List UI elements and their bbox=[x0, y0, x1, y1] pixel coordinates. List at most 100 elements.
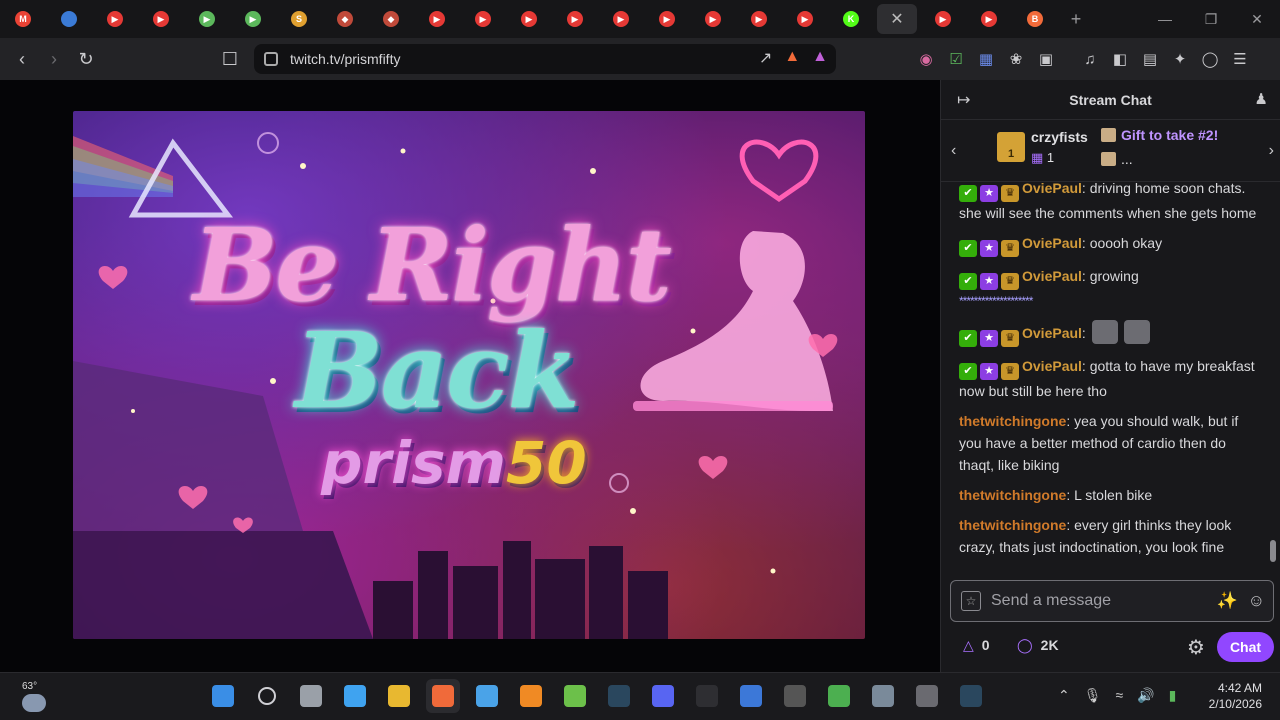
cloud-icon[interactable] bbox=[470, 679, 504, 713]
gift-message-2[interactable]: ... bbox=[1101, 151, 1133, 167]
subscriber-badge-icon[interactable]: ★ bbox=[980, 240, 998, 257]
chat-username[interactable]: OviePaul bbox=[1022, 235, 1082, 251]
carousel-next-icon[interactable]: › bbox=[1269, 142, 1274, 160]
browser-tab[interactable]: ▶ bbox=[506, 4, 552, 34]
share-icon[interactable]: ↗ bbox=[759, 48, 772, 68]
network-icon[interactable] bbox=[558, 679, 592, 713]
steam-icon[interactable] bbox=[602, 679, 636, 713]
leo-ai-icon[interactable]: ✦ bbox=[1168, 44, 1192, 74]
channel-points-icon[interactable]: ☆ bbox=[961, 591, 981, 611]
obs-icon[interactable] bbox=[690, 679, 724, 713]
chat-username[interactable]: OviePaul bbox=[1022, 268, 1082, 284]
chat-username[interactable]: OviePaul bbox=[1022, 325, 1082, 341]
emote-icon[interactable] bbox=[1091, 320, 1118, 344]
video-player[interactable]: Be Right Back prism50 bbox=[0, 80, 940, 672]
browser-tab[interactable]: K bbox=[828, 4, 874, 34]
file-explorer-icon[interactable] bbox=[382, 679, 416, 713]
back-button[interactable]: ‹ bbox=[6, 43, 38, 75]
browser-tab[interactable]: M bbox=[0, 4, 46, 34]
microphone-icon[interactable]: 🎙 bbox=[1084, 687, 1102, 704]
gift-username[interactable]: crzyfists bbox=[1031, 129, 1088, 145]
bits-balance[interactable]: △ 0 bbox=[963, 637, 990, 654]
wallet-icon[interactable]: ▤ bbox=[1138, 44, 1162, 74]
gift-message[interactable]: Gift to take #2! bbox=[1101, 127, 1218, 143]
chat-username[interactable]: OviePaul bbox=[1022, 358, 1082, 374]
c-app-icon[interactable] bbox=[734, 679, 768, 713]
emote-icon[interactable] bbox=[1123, 320, 1150, 344]
moderator-badge-icon[interactable]: ✔ bbox=[959, 363, 977, 380]
url-text[interactable]: twitch.tv/prismfifty bbox=[290, 51, 400, 67]
browser-tab[interactable]: ▶ bbox=[736, 4, 782, 34]
vpn-icon[interactable]: ◯ bbox=[1198, 44, 1222, 74]
helmet-app-icon[interactable] bbox=[866, 679, 900, 713]
subscriber-badge-icon[interactable]: ★ bbox=[980, 273, 998, 290]
browser-tab[interactable]: ▶ bbox=[690, 4, 736, 34]
browser-tab[interactable]: ▶ bbox=[184, 4, 230, 34]
volume-icon[interactable]: 🔊 bbox=[1137, 687, 1154, 704]
wifi-icon[interactable]: ≈ bbox=[1116, 687, 1124, 704]
task-view-icon[interactable] bbox=[294, 679, 328, 713]
chat-input[interactable]: ☆ Send a message ✨ ☺ bbox=[950, 580, 1274, 622]
collapse-chat-icon[interactable]: ↦ bbox=[957, 90, 970, 110]
reload-button[interactable]: ↻ bbox=[70, 43, 102, 75]
browser-tab[interactable]: ▶ bbox=[92, 4, 138, 34]
carousel-prev-icon[interactable]: ‹ bbox=[951, 142, 956, 160]
crown-badge-icon[interactable]: ♛ bbox=[1001, 273, 1019, 290]
chat-username[interactable]: OviePaul bbox=[1022, 183, 1082, 196]
puzzle-icon[interactable]: ❀ bbox=[1004, 44, 1028, 74]
moderator-badge-icon[interactable]: ✔ bbox=[959, 240, 977, 257]
browser-tab[interactable]: S bbox=[276, 4, 322, 34]
crown-badge-icon[interactable]: ♛ bbox=[1001, 240, 1019, 257]
discord-icon[interactable] bbox=[646, 679, 680, 713]
browser-tab[interactable]: ▶ bbox=[920, 4, 966, 34]
search-icon[interactable] bbox=[250, 679, 284, 713]
battery-icon[interactable]: ▮ bbox=[1169, 687, 1177, 704]
subscriber-badge-icon[interactable]: ★ bbox=[980, 330, 998, 347]
browser-tab[interactable]: ◆ bbox=[368, 4, 414, 34]
shield-extension-icon[interactable]: ▦ bbox=[974, 44, 998, 74]
new-tab-button[interactable]: + bbox=[1058, 9, 1094, 30]
crown-badge-icon[interactable]: ♛ bbox=[1001, 330, 1019, 347]
browser-tab[interactable]: ▶ bbox=[460, 4, 506, 34]
u-app-icon[interactable] bbox=[822, 679, 856, 713]
music-icon[interactable]: ♫ bbox=[1078, 44, 1102, 74]
weather-widget[interactable]: 63° bbox=[22, 681, 46, 712]
active-tab[interactable]: ✕ bbox=[877, 4, 917, 34]
chat-username[interactable]: thetwitchingone bbox=[959, 487, 1066, 503]
browser-tab[interactable] bbox=[46, 4, 92, 34]
close-tab-icon[interactable]: ✕ bbox=[890, 9, 903, 29]
channel-points[interactable]: ◯ 2K bbox=[1017, 637, 1059, 654]
terminal-icon[interactable] bbox=[778, 679, 812, 713]
browser-tab[interactable]: ▶ bbox=[414, 4, 460, 34]
brave-shields-icon[interactable]: ▲ bbox=[784, 48, 800, 68]
tray-overflow-icon[interactable]: ⌃ bbox=[1058, 687, 1070, 704]
browser-tab[interactable]: ▶ bbox=[782, 4, 828, 34]
bits-cheer-icon[interactable]: ✨ bbox=[1216, 591, 1237, 611]
crown-badge-icon[interactable]: ♛ bbox=[1001, 363, 1019, 380]
steam-icon[interactable] bbox=[954, 679, 988, 713]
chat-scrollbar[interactable] bbox=[1270, 540, 1276, 562]
chat-send-button[interactable]: Chat bbox=[1217, 632, 1274, 662]
browser-tab[interactable]: ▶ bbox=[644, 4, 690, 34]
settings-icon[interactable] bbox=[910, 679, 944, 713]
clock[interactable]: 4:42 AM 2/10/2026 bbox=[1209, 680, 1262, 712]
bookmark-icon[interactable]: ☐ bbox=[214, 43, 246, 75]
subscriber-badge-icon[interactable]: ★ bbox=[980, 185, 998, 202]
brave-rewards-icon[interactable]: ▲ bbox=[812, 48, 828, 68]
chat-settings-icon[interactable]: ⚙ bbox=[1187, 635, 1205, 660]
moderator-badge-icon[interactable]: ✔ bbox=[959, 273, 977, 290]
site-info-icon[interactable] bbox=[264, 52, 278, 66]
chat-input-placeholder[interactable]: Send a message bbox=[991, 592, 1111, 610]
menu-icon[interactable]: ☰ bbox=[1228, 44, 1252, 74]
browser-tab[interactable]: ◆ bbox=[322, 4, 368, 34]
vlc-icon[interactable] bbox=[514, 679, 548, 713]
browser-tab[interactable]: ▶ bbox=[598, 4, 644, 34]
chat-username[interactable]: thetwitchingone bbox=[959, 413, 1066, 429]
browser-tab[interactable]: ▶ bbox=[552, 4, 598, 34]
emote-picker-icon[interactable]: ☺ bbox=[1248, 591, 1265, 611]
browser-tab[interactable]: ▶ bbox=[966, 4, 1012, 34]
screenshot-icon[interactable]: ▣ bbox=[1034, 44, 1058, 74]
start-icon[interactable] bbox=[206, 679, 240, 713]
brave-icon[interactable] bbox=[426, 679, 460, 713]
color-extension-icon[interactable]: ◉ bbox=[914, 44, 938, 74]
